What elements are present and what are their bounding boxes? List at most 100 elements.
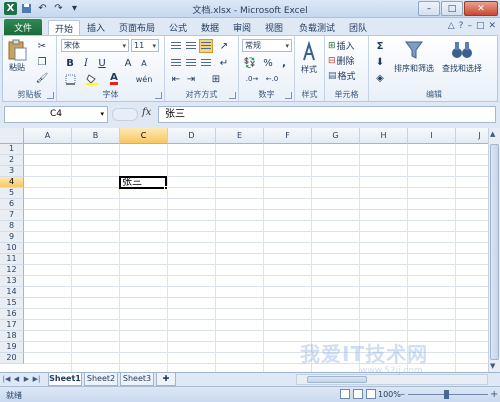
insert-function-button[interactable]: fx — [142, 107, 151, 118]
row-header-18[interactable]: 18 — [0, 331, 24, 342]
align-right-icon[interactable] — [199, 56, 213, 70]
column-header-b[interactable]: B — [72, 128, 120, 144]
wrap-text-icon[interactable]: ↵ — [217, 56, 231, 70]
horizontal-scroll-thumb[interactable] — [307, 376, 367, 383]
vertical-scroll-thumb[interactable] — [490, 144, 499, 360]
column-header-i[interactable]: I — [408, 128, 456, 144]
styles-button[interactable]: 样式 — [298, 40, 320, 75]
sheet-tab-sheet2[interactable]: Sheet2 — [84, 373, 118, 386]
active-cell[interactable]: 张三 — [119, 176, 167, 189]
zoom-slider[interactable] — [408, 390, 488, 399]
scroll-down-icon[interactable]: ▼ — [490, 362, 495, 370]
copy-icon[interactable]: ❐ — [35, 55, 49, 69]
paste-button[interactable]: 粘贴 — [6, 38, 28, 73]
tab-data[interactable]: 数据 — [196, 20, 224, 35]
minimize-button[interactable]: – — [418, 1, 440, 16]
name-box[interactable]: C4 ▾ — [4, 106, 108, 123]
increase-decimal-icon[interactable]: .0→ — [245, 72, 259, 86]
doc-close-icon[interactable]: ✕ — [488, 21, 496, 31]
vertical-scrollbar[interactable]: ▲ ▼ — [488, 128, 500, 372]
row-header-5[interactable]: 5 — [0, 188, 24, 199]
grow-font-button[interactable]: A — [121, 56, 135, 70]
zoom-in-icon[interactable]: + — [490, 389, 498, 400]
next-sheet-icon[interactable]: ▶ — [22, 374, 31, 385]
row-header-10[interactable]: 10 — [0, 243, 24, 254]
first-sheet-icon[interactable]: |◀ — [2, 374, 11, 385]
zoom-out-icon[interactable]: – — [400, 389, 405, 400]
fill-handle[interactable] — [164, 186, 168, 190]
decrease-decimal-icon[interactable]: ←.0 — [265, 72, 279, 86]
row-header-17[interactable]: 17 — [0, 320, 24, 331]
select-all-corner[interactable] — [0, 128, 24, 144]
tab-page-layout[interactable]: 页面布局 — [114, 20, 160, 35]
column-header-a[interactable]: A — [24, 128, 72, 144]
font-launcher[interactable] — [155, 92, 162, 99]
insert-sheet-icon[interactable]: ✚ — [156, 373, 176, 386]
column-header-e[interactable]: E — [216, 128, 264, 144]
column-header-h[interactable]: H — [360, 128, 408, 144]
align-left-icon[interactable] — [169, 56, 183, 70]
tab-formulas[interactable]: 公式 — [164, 20, 192, 35]
normal-view-icon[interactable] — [340, 389, 350, 399]
last-sheet-icon[interactable]: ▶| — [32, 374, 41, 385]
help-icon[interactable]: ? — [459, 21, 464, 31]
tab-insert[interactable]: 插入 — [82, 20, 110, 35]
autosum-button[interactable]: Σ — [373, 39, 387, 53]
clear-icon[interactable]: ◈ — [373, 71, 387, 85]
align-bottom-icon[interactable] — [199, 39, 213, 53]
increase-indent-icon[interactable]: ⇥ — [184, 72, 198, 86]
tab-load-test[interactable]: 负载测试 — [294, 20, 340, 35]
row-header-20[interactable]: 20 — [0, 353, 24, 364]
row-header-3[interactable]: 3 — [0, 166, 24, 177]
zoom-slider-knob[interactable] — [444, 390, 449, 399]
underline-button[interactable]: U — [95, 56, 109, 70]
worksheet-grid[interactable]: ABCDEFGHIJ 1 2 3 4 5 6 7 8 9 10 11 12 13 14 15 16 17 18 19… — [0, 128, 500, 372]
fill-icon[interactable]: ⬇ — [373, 55, 387, 69]
scroll-up-icon[interactable]: ▲ — [490, 130, 495, 138]
font-color-button[interactable]: A — [107, 72, 121, 86]
column-header-d[interactable]: D — [168, 128, 216, 144]
maximize-button[interactable]: □ — [441, 1, 463, 16]
shrink-font-button[interactable]: A — [137, 56, 151, 70]
delete-cells-button[interactable]: ⊟ 删除 — [328, 54, 355, 68]
tab-home[interactable]: 开始 — [48, 20, 80, 35]
doc-minimize-icon[interactable]: – — [467, 21, 472, 31]
number-format-select[interactable]: 常规 ▾ — [242, 39, 292, 52]
percent-button[interactable]: % — [261, 56, 275, 70]
alignment-launcher[interactable] — [229, 92, 236, 99]
tab-review[interactable]: 审阅 — [228, 20, 256, 35]
column-header-f[interactable]: F — [264, 128, 312, 144]
font-size-select[interactable]: 11 ▾ — [131, 39, 159, 52]
column-header-c[interactable]: C — [120, 128, 168, 144]
formula-input[interactable]: 张三 — [158, 106, 496, 123]
prev-sheet-icon[interactable]: ◀ — [12, 374, 21, 385]
decrease-indent-icon[interactable]: ⇤ — [169, 72, 183, 86]
italic-button[interactable]: I — [79, 56, 93, 70]
format-painter-icon[interactable]: 🖌 — [35, 71, 49, 85]
zoom-level[interactable]: 100% — [378, 390, 401, 399]
merge-center-icon[interactable]: ⊞ — [209, 72, 223, 86]
sheet-tab-sheet1[interactable]: Sheet1 — [48, 373, 82, 386]
bold-button[interactable]: B — [63, 56, 77, 70]
row-header-6[interactable]: 6 — [0, 199, 24, 210]
doc-restore-icon[interactable]: □ — [476, 21, 485, 31]
row-header-14[interactable]: 14 — [0, 287, 24, 298]
tab-view[interactable]: 视图 — [260, 20, 288, 35]
insert-cells-button[interactable]: ⊞ 插入 — [328, 39, 355, 53]
borders-icon[interactable] — [63, 72, 77, 86]
column-header-g[interactable]: G — [312, 128, 360, 144]
clipboard-launcher[interactable] — [47, 92, 54, 99]
comma-button[interactable]: , — [277, 56, 291, 70]
row-header-7[interactable]: 7 — [0, 210, 24, 221]
row-header-9[interactable]: 9 — [0, 232, 24, 243]
find-select-button[interactable]: 查找和选择 — [441, 39, 483, 74]
row-header-15[interactable]: 15 — [0, 298, 24, 309]
row-header-11[interactable]: 11 — [0, 254, 24, 265]
align-middle-icon[interactable] — [184, 39, 198, 53]
row-header-2[interactable]: 2 — [0, 155, 24, 166]
tab-file[interactable]: 文件 — [4, 19, 42, 35]
page-layout-view-icon[interactable] — [353, 389, 363, 399]
align-center-icon[interactable] — [184, 56, 198, 70]
row-header-12[interactable]: 12 — [0, 265, 24, 276]
row-header-19[interactable]: 19 — [0, 342, 24, 353]
